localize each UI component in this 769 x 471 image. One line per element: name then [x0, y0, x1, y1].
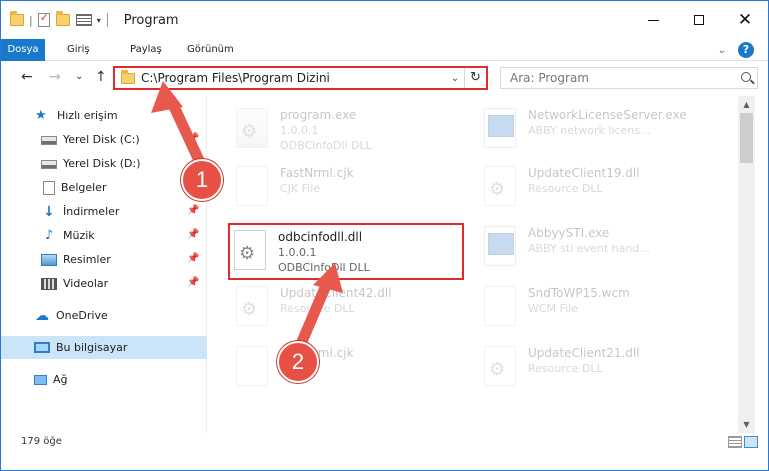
arrow-2 — [292, 263, 343, 357]
step-badge-1: 1 — [181, 159, 223, 201]
file-explorer-window: | ▾ Program ✕ Dosya Giriş Paylaş Görünüm… — [0, 0, 769, 471]
step-badge-2: 2 — [277, 341, 319, 383]
arrow-1 — [151, 81, 209, 175]
annotation-arrows — [151, 81, 343, 357]
